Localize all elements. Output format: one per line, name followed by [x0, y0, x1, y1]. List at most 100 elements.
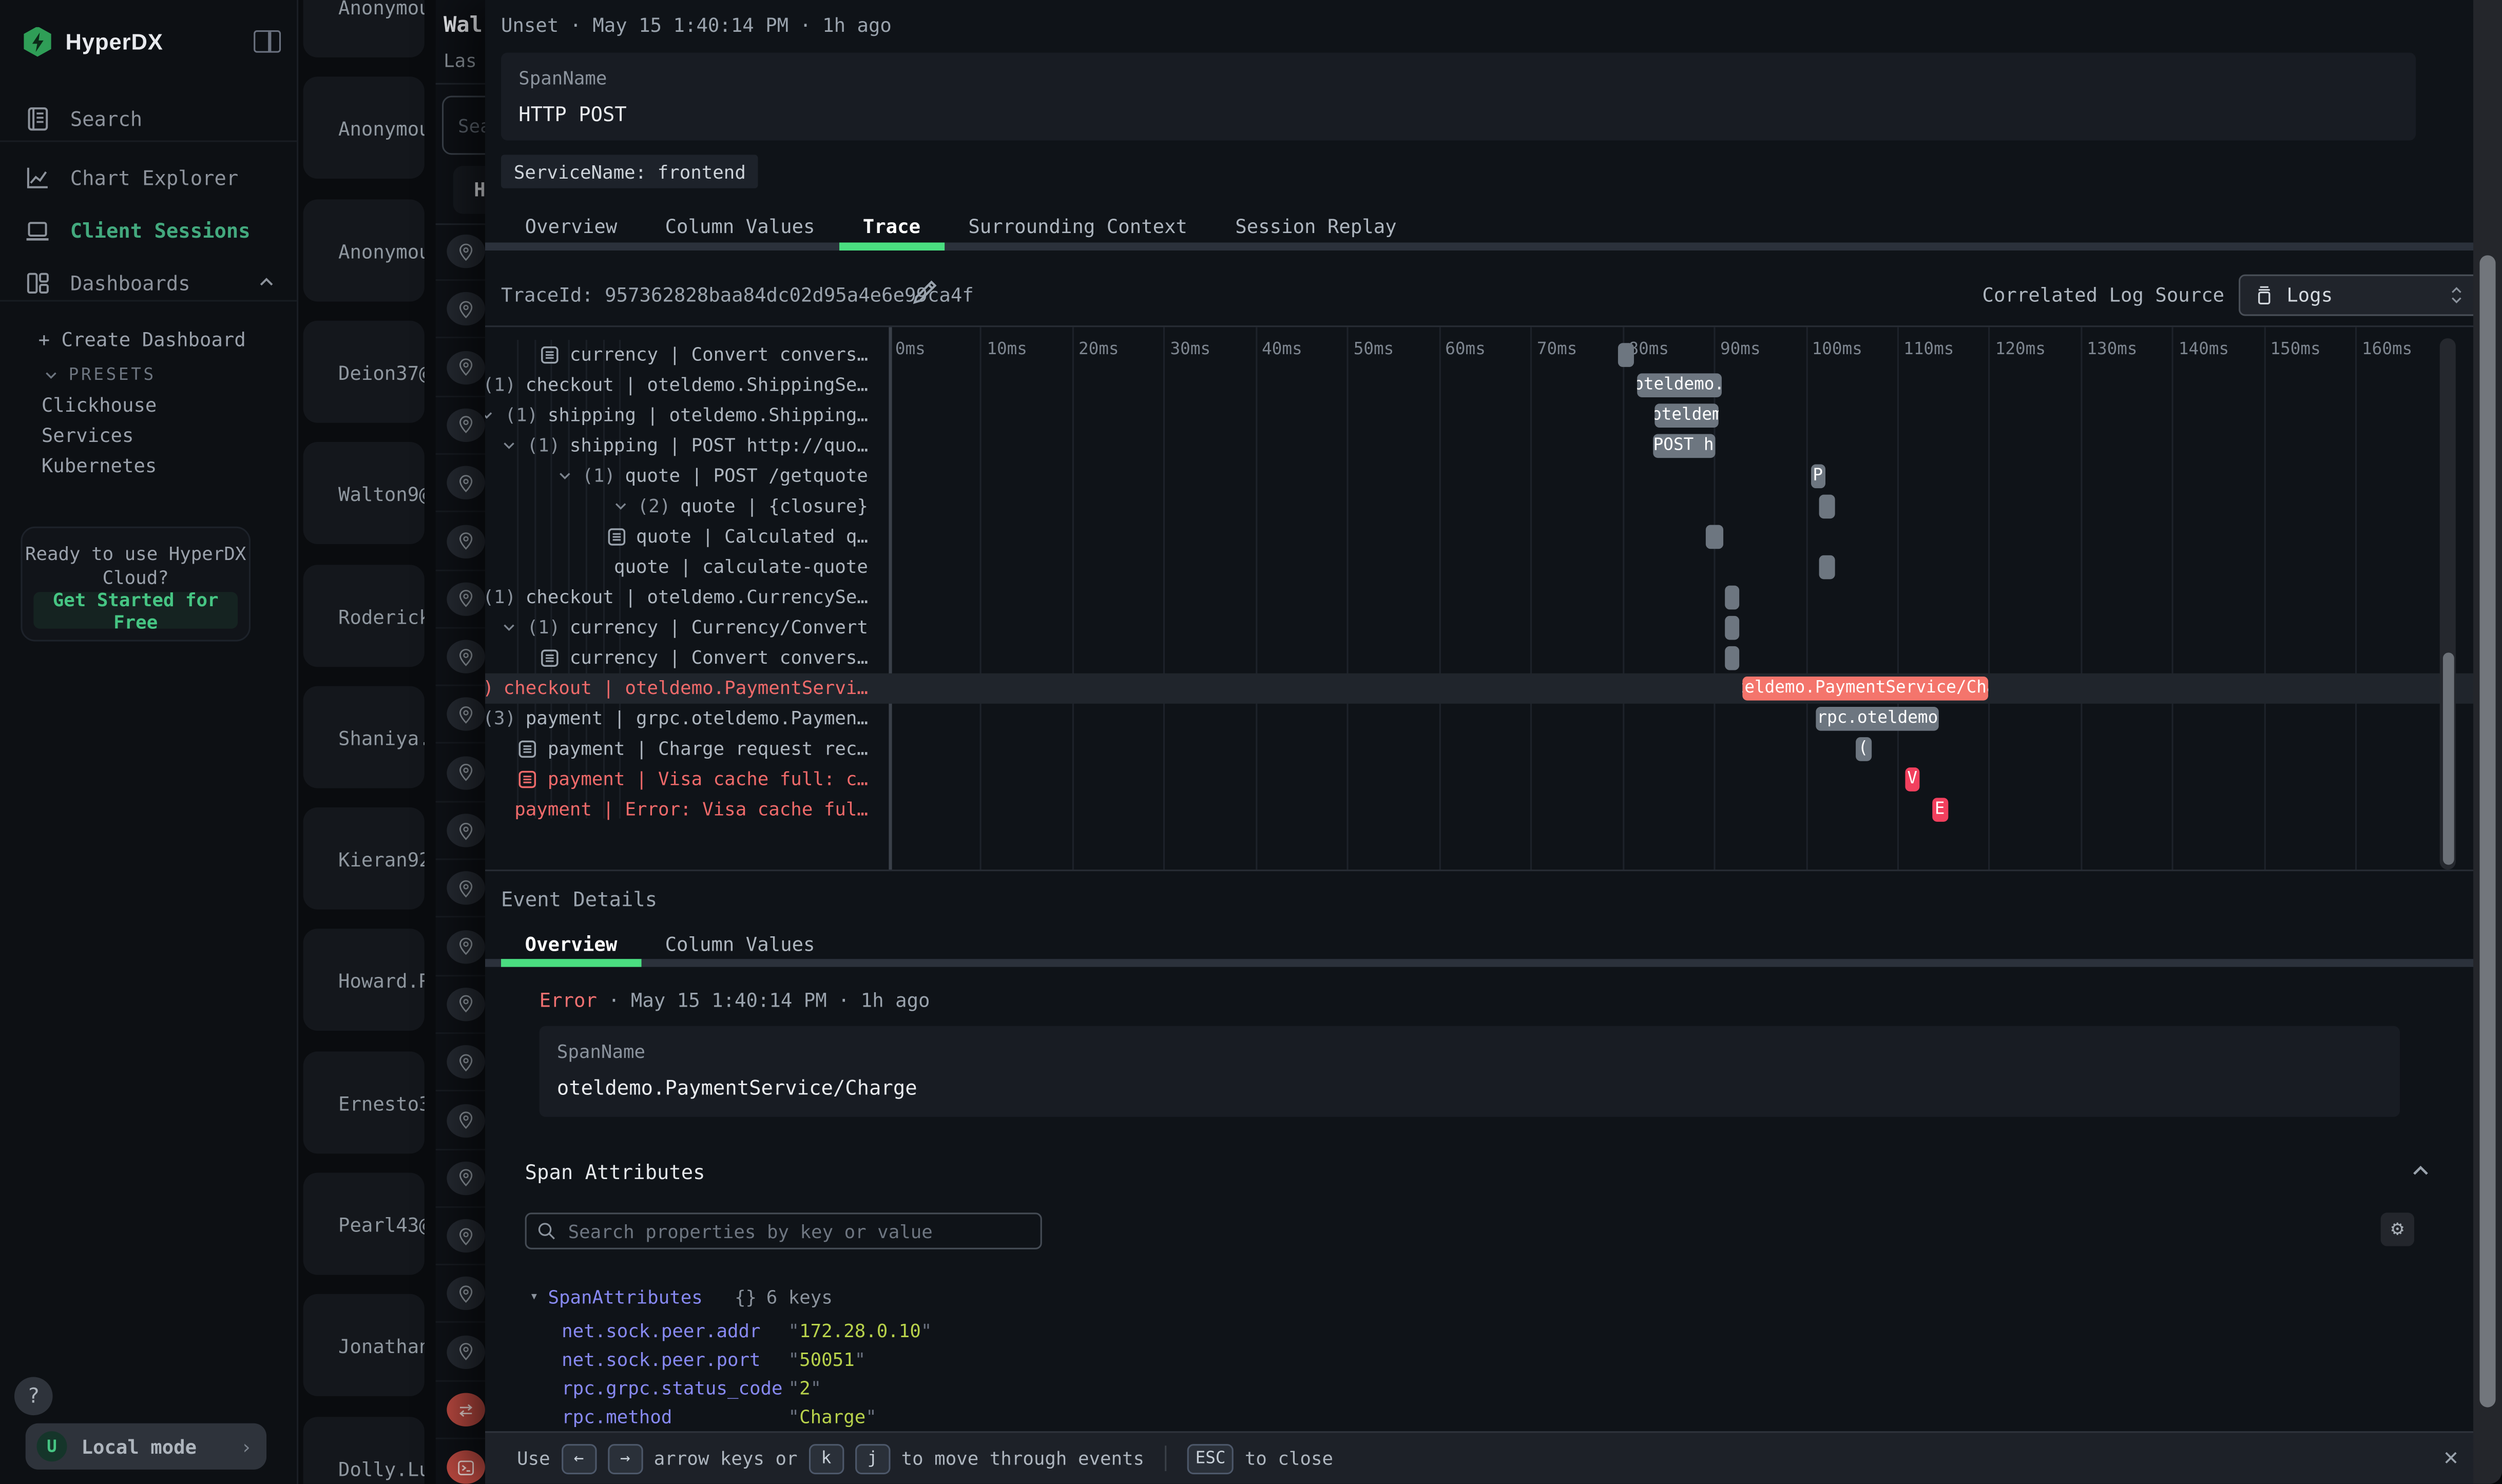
chevron-down-icon[interactable]	[556, 468, 572, 484]
session-list-item[interactable]: Roderick_S	[303, 564, 425, 666]
session-list-item[interactable]: Shaniya.Sc	[303, 686, 425, 788]
session-list-item[interactable]: Anonymous	[303, 0, 425, 57]
tab-trace[interactable]: Trace	[839, 209, 945, 242]
attributes-search-input[interactable]	[525, 1212, 1042, 1249]
attributes-root-toggle[interactable]: ▾ SpanAttributes {} 6 keys	[530, 1286, 833, 1308]
span-bar[interactable]	[1725, 645, 1739, 669]
sidebar-item-chart-explorer[interactable]: Chart Explorer	[0, 153, 298, 201]
span-bar[interactable]: (	[1855, 737, 1872, 761]
span-bar[interactable]	[1725, 615, 1739, 639]
close-icon[interactable]: ✕	[2435, 1441, 2467, 1473]
waterfall-scrollbar-thumb[interactable]	[2442, 652, 2453, 864]
sidebar-item-client-sessions[interactable]: Client Sessions	[0, 206, 298, 254]
log-source-select[interactable]: Logs	[2239, 275, 2479, 316]
span-bar[interactable]: oteldemo.PaymentService/Char	[1742, 676, 1989, 700]
session-list-item[interactable]: Dolly.Lubo	[303, 1416, 425, 1484]
attribute-row[interactable]: rpc.grpc.status_code 2	[562, 1375, 821, 1401]
location-pin-icon[interactable]	[447, 1103, 485, 1136]
chevron-down-icon[interactable]	[485, 407, 495, 423]
span-bar[interactable]: E	[1932, 797, 1948, 821]
location-pin-icon[interactable]	[447, 814, 485, 847]
location-pin-icon[interactable]	[447, 524, 485, 557]
location-pin-icon[interactable]	[447, 408, 485, 441]
location-pin-icon[interactable]	[447, 1161, 485, 1194]
settings-gear-icon[interactable]: ⚙	[2381, 1212, 2414, 1246]
location-pin-icon[interactable]	[447, 640, 485, 673]
trace-tree-row[interactable]: currency | Convert convers…	[485, 339, 2502, 370]
event-tab-overview[interactable]: Overview	[501, 927, 641, 960]
location-pin-icon[interactable]	[447, 988, 485, 1021]
trace-tree-row[interactable]: payment | Charge request rec… (	[485, 733, 2502, 763]
location-pin-icon[interactable]	[447, 698, 485, 731]
span-bar[interactable]: grpc.oteldemo.	[1817, 706, 1939, 730]
edit-pencil-icon[interactable]	[910, 279, 941, 311]
location-pin-icon[interactable]	[447, 235, 485, 268]
trace-tree-row[interactable]: (1) quote | POST /getquote P	[485, 460, 2502, 491]
collapse-section-icon[interactable]	[2410, 1160, 2432, 1183]
tab-surrounding-context[interactable]: Surrounding Context	[945, 209, 1211, 242]
span-bar[interactable]: P	[1811, 464, 1825, 488]
trace-tree-row[interactable]: (3) payment | grpc.oteldemo.Paymen… grpc…	[485, 703, 2502, 733]
session-list-item[interactable]: Howard.Run	[303, 929, 425, 1031]
sidebar-item-dashboards[interactable]: Dashboards	[0, 259, 298, 306]
location-pin-icon[interactable]	[447, 351, 485, 384]
session-list-item[interactable]: Ernesto33@	[303, 1051, 425, 1153]
event-tab-column-values[interactable]: Column Values	[641, 927, 839, 960]
span-bar[interactable]: POST h	[1652, 433, 1715, 457]
tab-session-replay[interactable]: Session Replay	[1211, 209, 1421, 242]
location-pin-icon[interactable]	[447, 1335, 485, 1369]
span-bar[interactable]	[1705, 524, 1723, 548]
span-bar[interactable]: oteldemo.	[1637, 373, 1721, 397]
trace-tree-row-selected[interactable]: (1) checkout | oteldemo.PaymentServi… ot…	[485, 672, 2502, 703]
trace-tree-row[interactable]: payment | Error: Visa cache ful… E	[485, 794, 2502, 824]
help-button[interactable]: ?	[14, 1377, 53, 1416]
session-list-item[interactable]: Jonathan.B	[303, 1295, 425, 1397]
trace-tree-row[interactable]: (1) shipping | POST http://quo… POST h	[485, 430, 2502, 460]
span-bar[interactable]	[1818, 554, 1835, 579]
session-list-item[interactable]: Walton9@ho	[303, 442, 425, 545]
tab-column-values[interactable]: Column Values	[641, 209, 839, 242]
preset-kubernetes[interactable]: Kubernetes	[0, 448, 340, 483]
location-pin-icon[interactable]	[447, 756, 485, 789]
sidebar-item-search[interactable]: Search	[0, 94, 298, 142]
attribute-row[interactable]: rpc.method Charge	[562, 1404, 877, 1430]
span-bar[interactable]: V	[1904, 767, 1920, 791]
trace-tree-row[interactable]: (1) checkout | oteldemo.ShippingSe… otel…	[485, 370, 2502, 400]
trace-tree-row[interactable]: (1) checkout | oteldemo.CurrencySe…	[485, 582, 2502, 612]
trace-tree-row[interactable]: payment | Visa cache full: c… V	[485, 763, 2502, 794]
location-pin-icon[interactable]	[447, 930, 485, 963]
chevron-down-icon[interactable]	[502, 619, 517, 635]
create-dashboard-button[interactable]: + Create Dashboard	[0, 322, 337, 357]
attribute-row[interactable]: net.sock.peer.addr 172.28.0.10	[562, 1318, 932, 1344]
location-pin-icon[interactable]	[447, 1219, 485, 1252]
session-list-item[interactable]: Anonymous	[303, 77, 425, 179]
session-list-item[interactable]: Kieran92@h	[303, 807, 425, 910]
location-pin-icon[interactable]	[447, 872, 485, 905]
trace-tree-row[interactable]: quote | Calculated q…	[485, 521, 2502, 551]
panel-scrollbar-thumb[interactable]	[2479, 255, 2495, 1407]
local-mode-menu[interactable]: U Local mode ›	[26, 1423, 266, 1470]
span-bar[interactable]: oteldem	[1654, 403, 1719, 427]
terminal-icon[interactable]	[447, 1451, 485, 1483]
span-bar[interactable]	[1618, 342, 1634, 367]
service-name-chip[interactable]: ServiceName: frontend	[501, 155, 759, 188]
get-started-button[interactable]: Get Started for Free	[33, 592, 238, 628]
attribute-row[interactable]: net.sock.peer.port 50051	[562, 1346, 865, 1372]
trace-tree-row[interactable]: (2) quote | {closure}	[485, 491, 2502, 521]
trace-tree-row[interactable]: (1) currency | Currency/Convert	[485, 612, 2502, 642]
session-list-item[interactable]: Anonymous	[303, 199, 425, 301]
tab-overview[interactable]: Overview	[501, 209, 641, 242]
location-pin-icon[interactable]	[447, 1277, 485, 1310]
chevron-down-icon[interactable]	[612, 498, 628, 514]
trace-tree-row[interactable]: currency | Convert convers…	[485, 642, 2502, 672]
trace-tree-row[interactable]: quote | calculate-quote	[485, 551, 2502, 582]
location-pin-icon[interactable]	[447, 582, 485, 615]
session-list-item[interactable]: Deion37@gm	[303, 320, 425, 422]
location-pin-icon[interactable]	[447, 466, 485, 499]
span-bar[interactable]	[1725, 585, 1739, 609]
session-list-item[interactable]: Pearl43@ho	[303, 1173, 425, 1275]
trace-tree-row[interactable]: (1) shipping | oteldemo.Shipping… otelde…	[485, 400, 2502, 430]
location-pin-icon[interactable]	[447, 1046, 485, 1079]
swap-icon[interactable]	[447, 1393, 485, 1427]
span-bar[interactable]	[1818, 494, 1835, 518]
